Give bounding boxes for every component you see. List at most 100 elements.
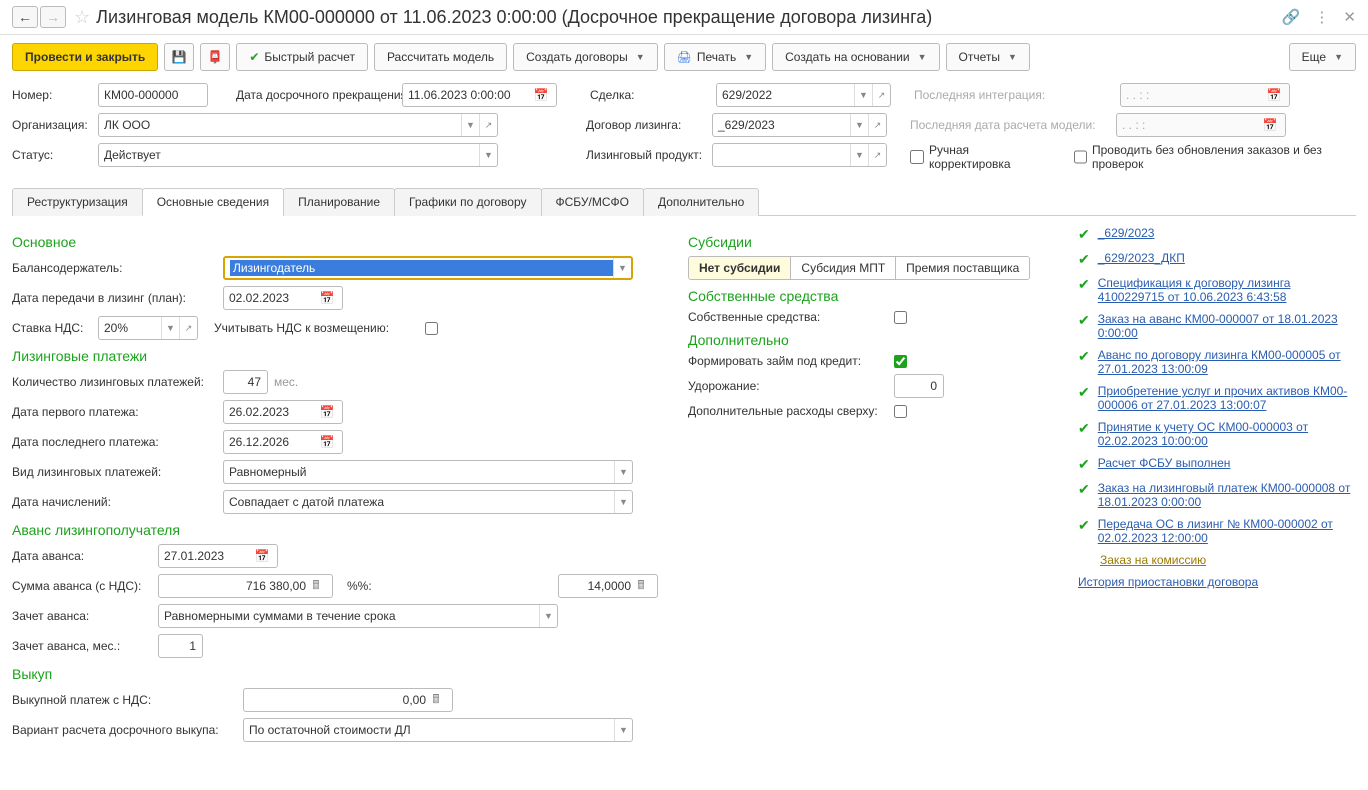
quick-calc-label: Быстрый расчет [264, 50, 355, 64]
top-label: Дополнительные расходы сверху: [688, 404, 888, 418]
open-icon[interactable]: ↗ [179, 317, 197, 339]
sub-opt-mpt[interactable]: Субсидия МПТ [791, 257, 896, 279]
tab-fsbu[interactable]: ФСБУ/МСФО [541, 188, 644, 216]
term-date-input[interactable]: 11.06.2023 0:00:00📅 [402, 83, 557, 107]
create-contracts-label: Создать договоры [526, 50, 628, 64]
last-input[interactable]: 26.12.2026📅 [223, 430, 343, 454]
open-icon[interactable]: ↗ [868, 144, 886, 166]
post-button[interactable]: 📮 [200, 43, 230, 71]
nochk-label: Проводить без обновления заказов и без п… [1092, 143, 1356, 171]
calc-icon[interactable]: 🖩 [631, 576, 651, 597]
link-item[interactable]: _629/2023 [1098, 226, 1155, 240]
open-icon[interactable]: ↗ [872, 84, 890, 106]
tabs: Реструктуризация Основные сведения Плани… [12, 187, 1356, 216]
link-commission[interactable]: Заказ на комиссию [1100, 553, 1206, 567]
buy-var-input[interactable]: По остаточной стоимости ДЛ▼ [243, 718, 633, 742]
reports-label: Отчеты [959, 50, 1000, 64]
first-input[interactable]: 26.02.2023📅 [223, 400, 343, 424]
calc-icon[interactable]: 🖩 [426, 690, 446, 711]
link-item[interactable]: Приобретение услуг и прочих активов КМ00… [1098, 384, 1356, 412]
link-item[interactable]: Передача ОС в лизинг № КМ00-000002 от 02… [1098, 517, 1356, 545]
calc-model-button[interactable]: Рассчитать модель [374, 43, 507, 71]
link-history[interactable]: История приостановки договора [1078, 575, 1356, 589]
link-item[interactable]: Аванс по договору лизинга КМ00-000005 от… [1098, 348, 1356, 376]
link-item[interactable]: _629/2023_ДКП [1098, 251, 1185, 265]
tab-schedules[interactable]: Графики по договору [394, 188, 541, 216]
adv-off-input[interactable]: Равномерными суммами в течение срока▼ [158, 604, 558, 628]
adv-mon-input[interactable]: 1 [158, 634, 203, 658]
adv-date-input[interactable]: 27.01.2023📅 [158, 544, 278, 568]
check-icon: ✔ [1078, 384, 1090, 401]
post-close-button[interactable]: Провести и закрыть [12, 43, 158, 71]
manual-checkbox[interactable] [910, 150, 924, 164]
deal-input[interactable]: 629/2022▼↗ [716, 83, 891, 107]
adv-header: Аванс лизингополучателя [12, 522, 658, 538]
status-label: Статус: [12, 148, 92, 162]
reports-button[interactable]: Отчеты▼ [946, 43, 1030, 71]
calendar-icon[interactable]: 📅 [317, 405, 337, 419]
balance-input[interactable]: Лизингодатель▼ [223, 256, 633, 280]
adv-sum-input[interactable]: 716 380,00🖩 [158, 574, 333, 598]
close-icon[interactable]: ✕ [1343, 8, 1356, 26]
number-input[interactable]: КМ00-000000 [98, 83, 208, 107]
open-icon[interactable]: ↗ [479, 114, 497, 136]
own-checkbox[interactable] [894, 311, 907, 324]
nochk-checkbox[interactable] [1074, 150, 1087, 164]
sub-opt-premium[interactable]: Премия поставщика [896, 257, 1029, 279]
calc-icon[interactable]: 🖩 [306, 576, 326, 597]
adv-pct-input[interactable]: 14,0000🖩 [558, 574, 658, 598]
tab-main[interactable]: Основные сведения [142, 188, 284, 216]
appr-label: Удорожание: [688, 379, 888, 393]
more-button[interactable]: Еще▼ [1289, 43, 1356, 71]
create-contracts-button[interactable]: Создать договоры▼ [513, 43, 658, 71]
loan-checkbox[interactable] [894, 355, 907, 368]
nav-back[interactable]: ← [12, 6, 38, 28]
open-icon[interactable]: ↗ [868, 114, 886, 136]
more-label: Еще [1302, 50, 1326, 64]
link-item[interactable]: Расчет ФСБУ выполнен [1098, 456, 1231, 470]
kind-input[interactable]: Равномерный▼ [223, 460, 633, 484]
quick-calc-button[interactable]: ✔Быстрый расчет [236, 43, 368, 71]
star-icon[interactable]: ☆ [74, 7, 90, 28]
sub-opt-none[interactable]: Нет субсидии [689, 257, 791, 279]
buy-sum-input[interactable]: 0,00🖩 [243, 688, 453, 712]
product-input[interactable]: ▼↗ [712, 143, 887, 167]
save-button[interactable]: 💾 [164, 43, 194, 71]
contract-input[interactable]: _629/2023▼↗ [712, 113, 887, 137]
calendar-icon[interactable]: 📅 [317, 435, 337, 449]
accr-input[interactable]: Совпадает с датой платежа▼ [223, 490, 633, 514]
count-input[interactable]: 47 [223, 370, 268, 394]
appr-input[interactable]: 0 [894, 374, 944, 398]
vat-checkbox[interactable] [425, 322, 438, 335]
link-item[interactable]: Заказ на аванс КМ00-000007 от 18.01.2023… [1098, 312, 1356, 340]
link-item[interactable]: Принятие к учету ОС КМ00-000003 от 02.02… [1098, 420, 1356, 448]
status-input[interactable]: Действует▼ [98, 143, 498, 167]
print-button[interactable]: 🖨Печать▼ [664, 43, 766, 71]
create-based-button[interactable]: Создать на основании▼ [772, 43, 939, 71]
link-item[interactable]: Заказ на лизинговый платеж КМ00-000008 о… [1098, 481, 1356, 509]
calendar-icon[interactable]: 📅 [317, 291, 337, 305]
vat-input[interactable]: 20%▼↗ [98, 316, 198, 340]
calendar-icon[interactable]: 📅 [531, 88, 551, 102]
own-header: Собственные средства [688, 288, 1048, 304]
number-label: Номер: [12, 88, 92, 102]
calendar-icon: 📅 [1260, 118, 1280, 132]
link-item[interactable]: Спецификация к договору лизинга 41002297… [1098, 276, 1356, 304]
top-checkbox[interactable] [894, 405, 907, 418]
print-label: Печать [697, 50, 736, 64]
more-icon[interactable]: ⋮ [1314, 8, 1329, 26]
org-input[interactable]: ЛК ООО▼↗ [98, 113, 498, 137]
buy-sum-label: Выкупной платеж с НДС: [12, 693, 237, 707]
nav-fwd[interactable]: → [40, 6, 66, 28]
transfer-input[interactable]: 02.02.2023📅 [223, 286, 343, 310]
tab-extra[interactable]: Дополнительно [643, 188, 759, 216]
check-icon: ✔ [1078, 348, 1090, 365]
check-icon: ✔ [1078, 456, 1090, 473]
calendar-icon[interactable]: 📅 [252, 549, 272, 563]
adv-pct-label: %%: [347, 579, 552, 593]
tab-restructure[interactable]: Реструктуризация [12, 188, 143, 216]
tab-planning[interactable]: Планирование [283, 188, 395, 216]
last-calc-input: . . : :📅 [1116, 113, 1286, 137]
link-icon[interactable]: 🔗 [1282, 8, 1301, 26]
deal-label: Сделка: [590, 88, 710, 102]
